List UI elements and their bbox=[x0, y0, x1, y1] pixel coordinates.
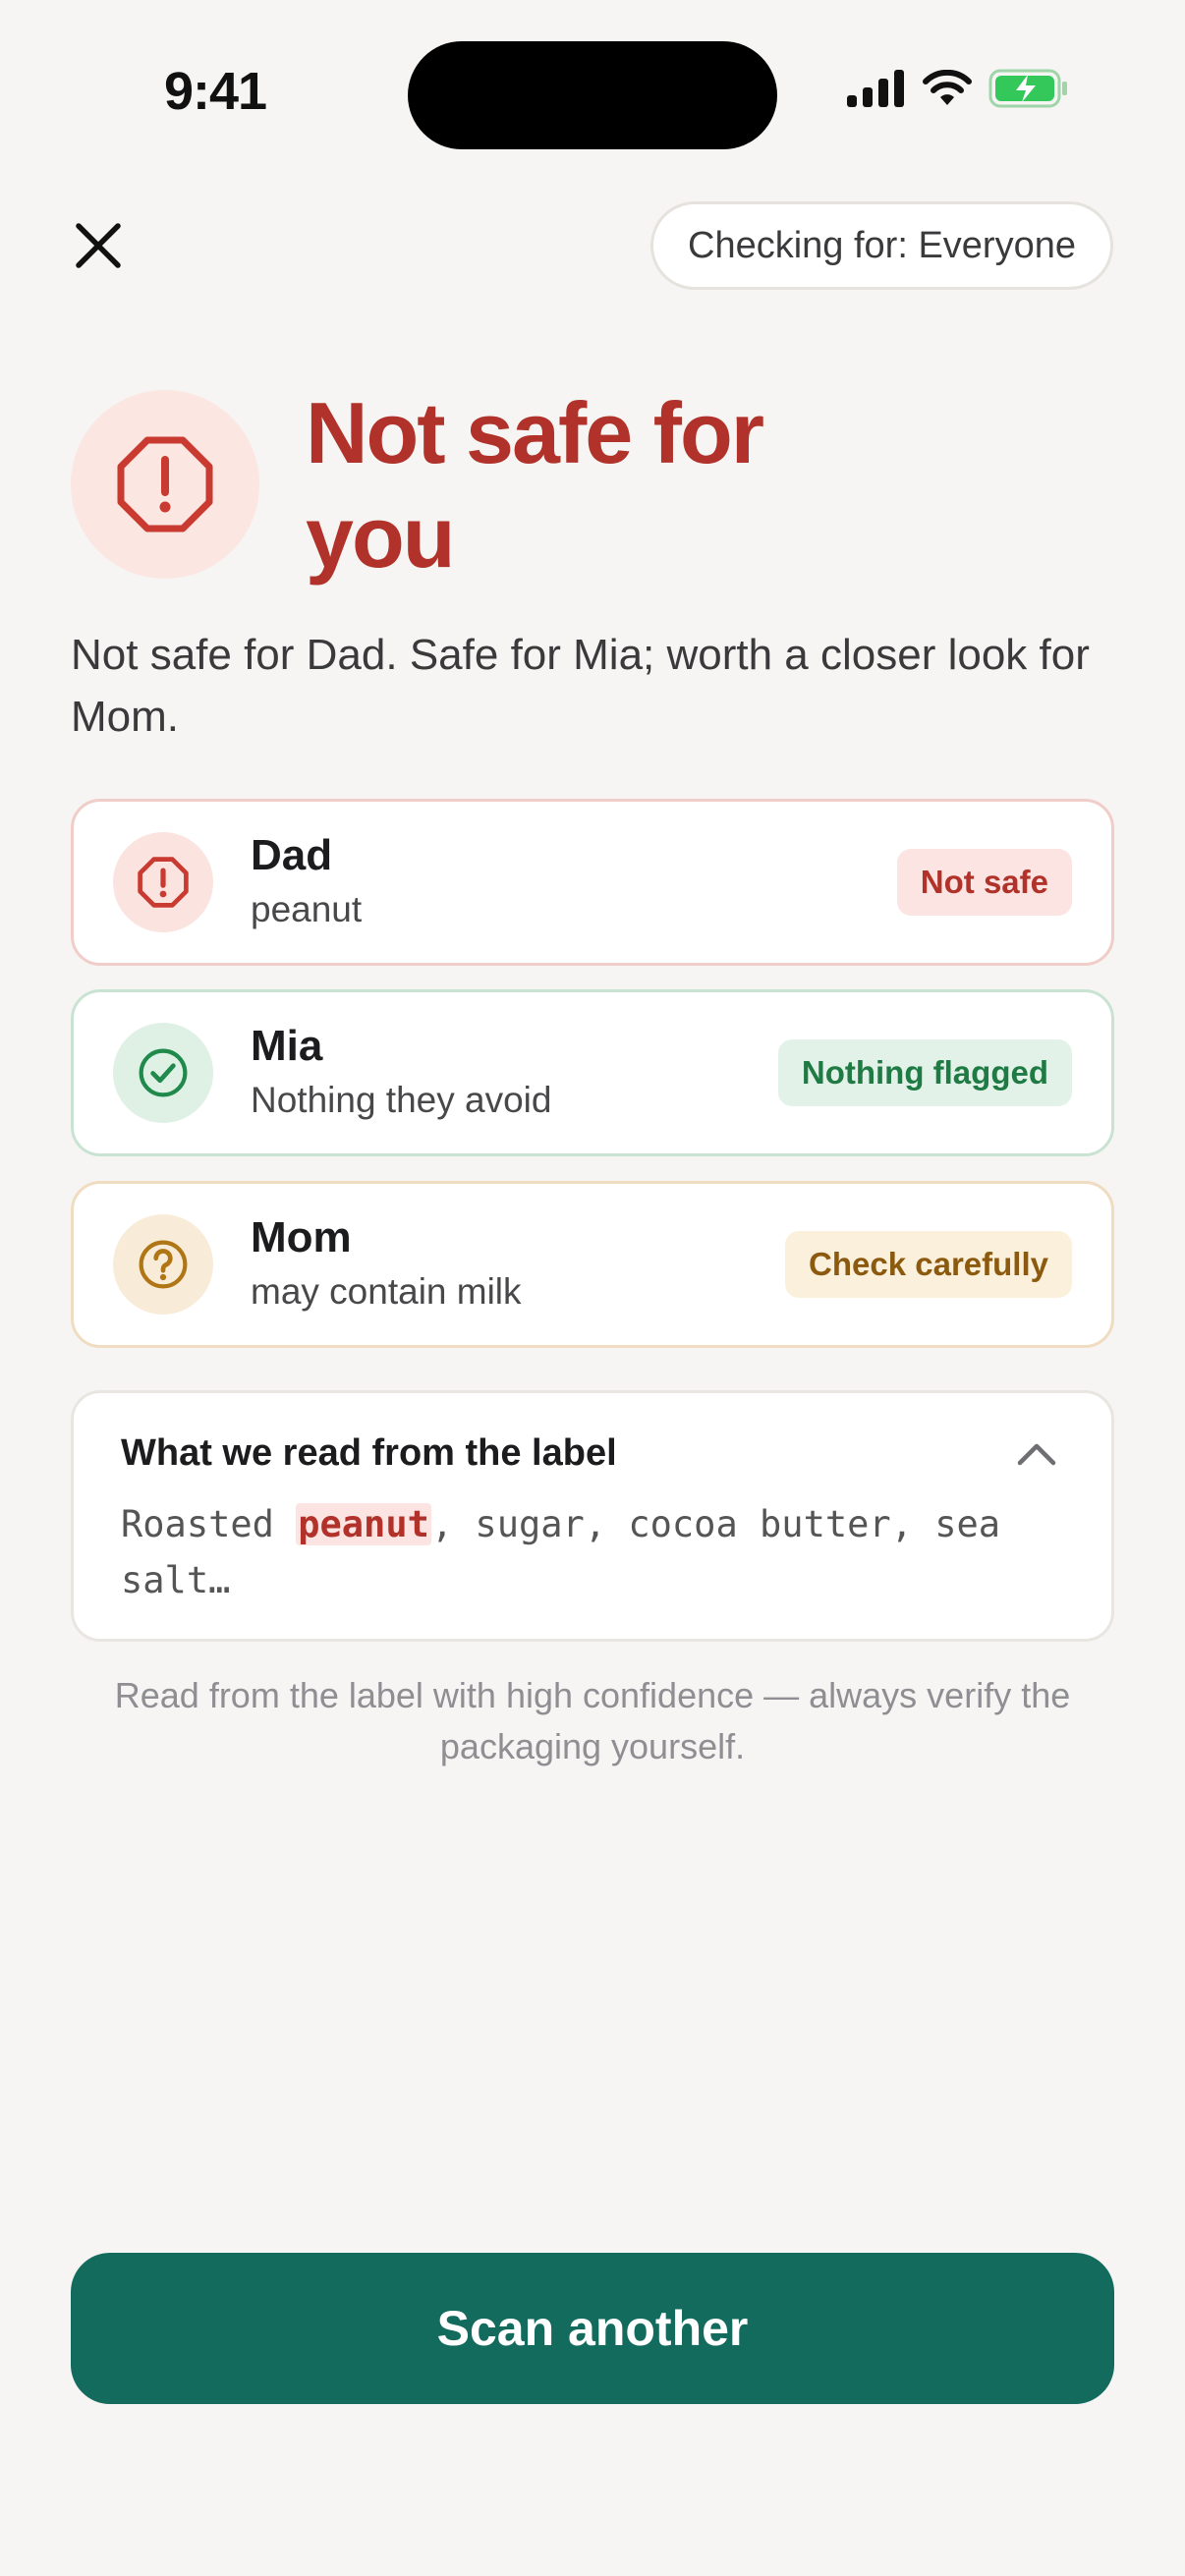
scan-another-button[interactable]: Scan another bbox=[71, 2253, 1114, 2404]
status-time: 9:41 bbox=[164, 62, 267, 121]
status-badge: Check carefully bbox=[785, 1231, 1072, 1298]
flagged-ingredient: peanut bbox=[296, 1503, 431, 1545]
member-detail: Nothing they avoid bbox=[251, 1080, 552, 1120]
profile-filter-button[interactable]: Checking for: Everyone bbox=[650, 201, 1113, 290]
close-button[interactable] bbox=[71, 218, 126, 273]
ingredients-prefix: Roasted bbox=[121, 1503, 297, 1545]
status-icons bbox=[847, 69, 1069, 108]
member-card-dad[interactable]: Dad peanut Not safe bbox=[71, 799, 1114, 966]
ingredients-text: Roasted peanut, sugar, cocoa butter, sea… bbox=[121, 1496, 1005, 1608]
member-detail: peanut bbox=[251, 889, 363, 929]
collapse-toggle[interactable] bbox=[1009, 1434, 1064, 1474]
verdict-title: Not safe for you bbox=[306, 384, 764, 586]
question-circle-icon bbox=[139, 1240, 188, 1289]
alert-octagon-icon bbox=[117, 436, 213, 532]
member-name: Mia bbox=[251, 1022, 323, 1070]
member-status-icon bbox=[113, 1023, 213, 1123]
member-card-mom[interactable]: Mom may contain milk Check carefully bbox=[71, 1181, 1114, 1348]
dynamic-island bbox=[408, 41, 777, 149]
label-panel-title: What we read from the label bbox=[121, 1432, 617, 1474]
alert-octagon-icon bbox=[138, 857, 189, 908]
member-name: Mom bbox=[251, 1213, 352, 1261]
member-status-icon bbox=[113, 832, 213, 932]
chevron-up-icon bbox=[1017, 1443, 1056, 1465]
status-badge: Nothing flagged bbox=[777, 1039, 1072, 1106]
confidence-note: Read from the label with high confidence… bbox=[114, 1675, 1071, 1766]
verdict-summary: Not safe for Dad. Safe for Mia; worth a … bbox=[71, 631, 1090, 741]
close-icon bbox=[76, 223, 121, 268]
member-detail: may contain milk bbox=[251, 1271, 522, 1312]
verdict-icon-badge bbox=[71, 390, 259, 579]
battery-charging-icon bbox=[988, 69, 1067, 108]
member-name: Dad bbox=[251, 831, 333, 879]
check-circle-icon bbox=[139, 1048, 188, 1097]
wifi-icon bbox=[923, 70, 972, 105]
label-reading-panel: What we read from the label Roasted pean… bbox=[71, 1390, 1114, 1642]
member-card-mia[interactable]: Mia Nothing they avoid Nothing flagged bbox=[71, 989, 1114, 1156]
signal-icon bbox=[847, 70, 904, 107]
member-status-icon bbox=[113, 1214, 213, 1315]
status-badge: Not safe bbox=[896, 849, 1072, 916]
